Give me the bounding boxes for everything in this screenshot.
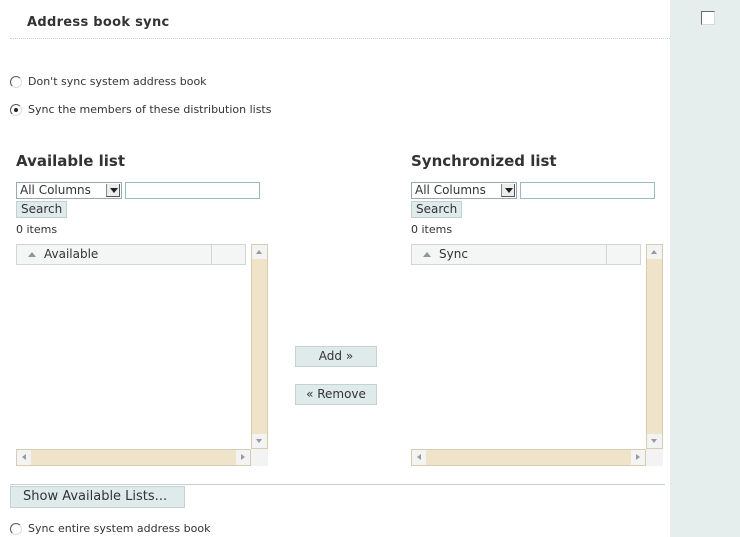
- chevron-down-icon[interactable]: [501, 184, 515, 197]
- show-available-lists-button[interactable]: Show Available Lists...: [10, 486, 185, 508]
- synchronized-search-input[interactable]: [520, 182, 655, 199]
- synchronized-column-select[interactable]: All Columns: [411, 182, 517, 199]
- available-grid-header: Available: [16, 244, 246, 265]
- side-pane: [670, 0, 740, 537]
- add-button[interactable]: Add »: [295, 346, 377, 367]
- synchronized-grid-header: Sync: [411, 244, 641, 265]
- available-item-count: 0 items: [16, 223, 58, 236]
- option-sync-members[interactable]: Sync the members of these distribution l…: [10, 103, 271, 116]
- option-sync-entire-label: Sync entire system address book: [28, 522, 211, 535]
- radio-dont-sync[interactable]: [10, 75, 22, 88]
- pane-checkbox[interactable]: [701, 11, 715, 25]
- synchronized-horizontal-scrollbar[interactable]: [411, 449, 646, 466]
- scroll-up-icon[interactable]: [252, 245, 267, 259]
- scroll-up-icon[interactable]: [647, 245, 662, 259]
- scroll-down-icon[interactable]: [647, 434, 662, 448]
- section-title: Address book sync: [27, 15, 170, 30]
- radio-sync-members[interactable]: [10, 103, 22, 116]
- option-sync-members-label: Sync the members of these distribution l…: [28, 103, 272, 116]
- available-column-select[interactable]: All Columns: [16, 182, 122, 199]
- synchronized-vertical-scrollbar[interactable]: [646, 244, 663, 449]
- scroll-corner: [646, 449, 663, 466]
- synchronized-column-select-value: All Columns: [415, 183, 486, 197]
- scroll-left-icon[interactable]: [412, 450, 426, 465]
- available-horizontal-scrollbar[interactable]: [16, 449, 251, 466]
- synchronized-column-header-label: Sync: [439, 247, 468, 261]
- remove-button[interactable]: « Remove: [295, 384, 377, 405]
- option-sync-entire[interactable]: Sync entire system address book: [10, 522, 210, 535]
- available-vertical-scrollbar[interactable]: [251, 244, 268, 449]
- scroll-down-icon[interactable]: [252, 434, 267, 448]
- available-column-select-value: All Columns: [20, 183, 91, 197]
- available-search-input[interactable]: [125, 182, 260, 199]
- footer-divider: [10, 484, 665, 485]
- available-column-header-label: Available: [44, 247, 99, 261]
- synchronized-column-header[interactable]: Sync: [412, 245, 607, 264]
- scroll-corner: [251, 449, 268, 466]
- available-search-button[interactable]: Search: [16, 201, 68, 218]
- available-list-title: Available list: [16, 152, 126, 170]
- sort-ascending-icon: [28, 252, 36, 257]
- option-dont-sync-label: Don't sync system address book: [28, 75, 207, 88]
- scroll-right-icon[interactable]: [631, 450, 645, 465]
- available-grid[interactable]: Available: [16, 244, 268, 466]
- synchronized-list-title: Synchronized list: [411, 152, 557, 170]
- title-divider: [10, 38, 670, 39]
- sync-settings-panel: Address book sync Don't sync system addr…: [0, 0, 670, 537]
- radio-sync-entire[interactable]: [10, 522, 22, 535]
- option-dont-sync[interactable]: Don't sync system address book: [10, 75, 207, 88]
- synchronized-item-count: 0 items: [411, 223, 453, 236]
- sort-ascending-icon: [423, 252, 431, 257]
- synchronized-search-button[interactable]: Search: [411, 201, 463, 218]
- scroll-right-icon[interactable]: [236, 450, 250, 465]
- chevron-down-icon[interactable]: [106, 184, 120, 197]
- synchronized-grid[interactable]: Sync: [411, 244, 663, 466]
- scroll-left-icon[interactable]: [17, 450, 31, 465]
- available-column-header[interactable]: Available: [17, 245, 212, 264]
